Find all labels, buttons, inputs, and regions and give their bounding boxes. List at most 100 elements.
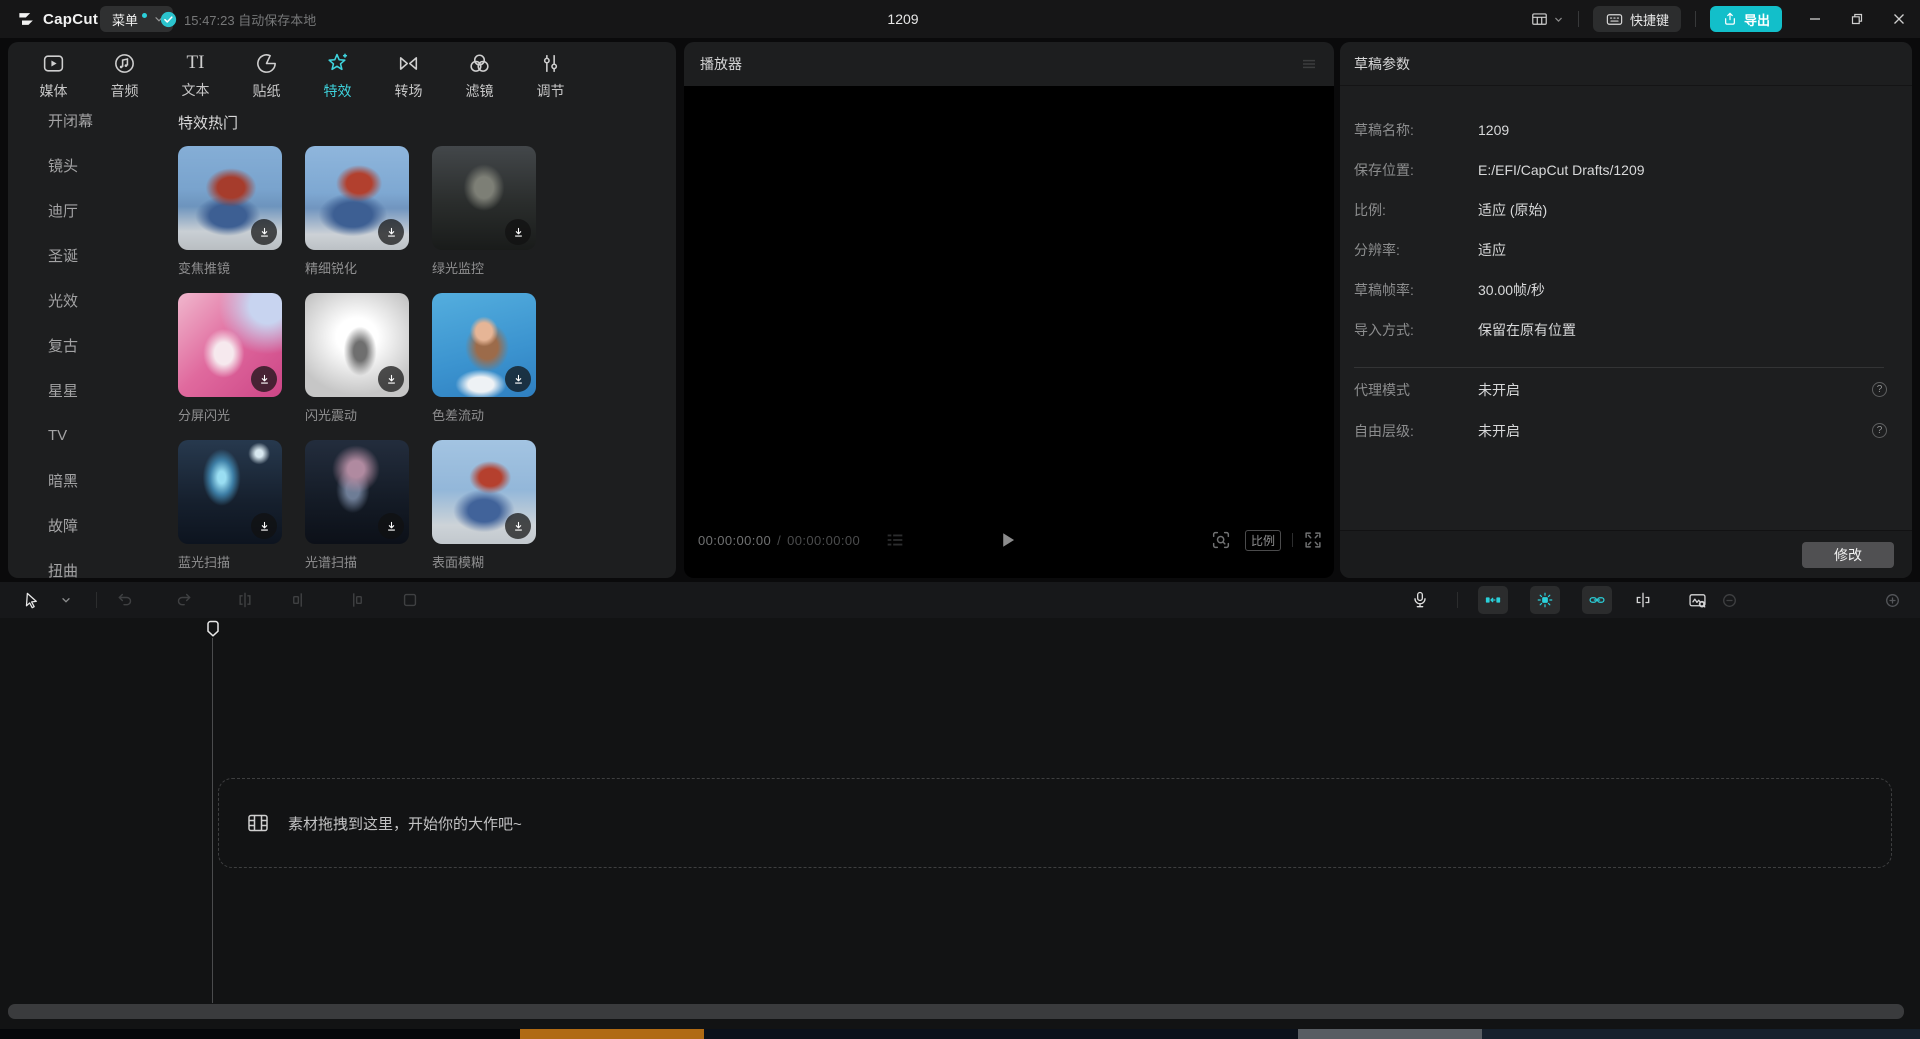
cover-settings-button[interactable]	[1683, 582, 1711, 618]
layout-switch-button[interactable]	[1530, 10, 1564, 29]
draft-row: 比例: 适应 (原始)	[1354, 200, 1894, 220]
auto-link-toggle[interactable]	[1530, 586, 1560, 614]
category-item[interactable]: 开闭幕	[8, 98, 168, 143]
download-icon	[505, 366, 531, 392]
playhead[interactable]	[206, 620, 220, 638]
dropzone-hint: 素材拖拽到这里，开始你的大作吧~	[288, 813, 522, 834]
effects-icon	[325, 51, 350, 76]
media-dropzone[interactable]: 素材拖拽到这里，开始你的大作吧~	[218, 778, 1892, 868]
tab-label: 滤镜	[466, 81, 494, 101]
category-item[interactable]: 圣诞	[8, 233, 168, 278]
play-button[interactable]	[994, 527, 1020, 553]
shortcuts-button[interactable]: 快捷键	[1593, 6, 1681, 32]
transition-icon	[396, 51, 421, 76]
row-value: 未开启	[1478, 380, 1520, 400]
close-button[interactable]	[1878, 0, 1920, 38]
draft-panel-footer: 修改	[1340, 530, 1912, 578]
divider	[1457, 592, 1458, 608]
effect-thumbnail	[305, 146, 409, 250]
capcut-window: CapCut 菜单 15:47:23 自动保存本地 1209	[0, 0, 1920, 1039]
titlebar-right: 快捷键 导出	[1530, 0, 1920, 38]
help-icon[interactable]: ?	[1872, 423, 1887, 438]
effect-card[interactable]: 光谱扫描	[305, 440, 409, 571]
taskbar-segment-blue	[1482, 1029, 1920, 1039]
help-icon[interactable]: ?	[1872, 382, 1887, 397]
export-button[interactable]: 导出	[1710, 6, 1782, 32]
link-clips-toggle[interactable]	[1582, 586, 1612, 614]
effect-thumbnail	[178, 146, 282, 250]
media-icon	[41, 51, 66, 76]
player-title: 播放器	[700, 54, 742, 74]
effect-card[interactable]: 变焦推镜	[178, 146, 282, 277]
autosave-text: 15:47:23 自动保存本地	[184, 10, 316, 29]
effect-label: 光谱扫描	[305, 552, 409, 571]
player-menu-icon[interactable]	[1300, 55, 1318, 73]
zoom-out-icon[interactable]	[1716, 582, 1742, 618]
category-item[interactable]: 镜头	[8, 143, 168, 188]
zoom-in-icon[interactable]	[1879, 582, 1905, 618]
restore-button[interactable]	[1836, 0, 1878, 38]
tab-effects[interactable]: 特效	[302, 47, 373, 109]
redo-button[interactable]	[169, 582, 197, 618]
effect-card[interactable]: 精细锐化	[305, 146, 409, 277]
preview-axis-toggle[interactable]	[1629, 582, 1657, 618]
player-header: 播放器	[684, 42, 1334, 86]
tab-sticker[interactable]: 贴纸	[231, 47, 302, 109]
record-audio-button[interactable]	[1406, 582, 1434, 618]
taskbar-peek	[0, 1029, 1920, 1039]
export-icon	[1722, 11, 1738, 27]
tab-filter[interactable]: 滤镜	[444, 47, 515, 109]
category-item[interactable]: 光效	[8, 278, 168, 323]
tab-transition[interactable]: 转场	[373, 47, 444, 109]
ratio-button[interactable]: 比例	[1245, 527, 1281, 553]
text-icon: TI	[187, 51, 205, 75]
undo-button[interactable]	[112, 582, 140, 618]
category-item[interactable]: 暗黑	[8, 458, 168, 503]
download-icon	[378, 366, 404, 392]
check-circle-icon	[160, 11, 177, 28]
category-item[interactable]: 星星	[8, 368, 168, 413]
row-value: 1209	[1478, 122, 1509, 138]
delete-clip-button[interactable]	[396, 582, 424, 618]
minimize-button[interactable]	[1794, 0, 1836, 38]
magnetic-snap-toggle[interactable]	[1478, 586, 1508, 614]
total-duration: 00:00:00:00	[787, 533, 860, 548]
effect-card[interactable]: 色差流动	[432, 293, 536, 424]
select-tool-button[interactable]	[18, 582, 46, 618]
delete-right-button[interactable]	[341, 582, 369, 618]
preview-quality-icon[interactable]	[1210, 527, 1232, 553]
modify-button[interactable]: 修改	[1802, 542, 1894, 568]
delete-left-button[interactable]	[286, 582, 314, 618]
app-logo: CapCut	[16, 0, 98, 38]
effect-thumbnail	[305, 293, 409, 397]
category-item[interactable]: TV	[8, 413, 168, 458]
effect-card[interactable]: 分屏闪光	[178, 293, 282, 424]
category-item[interactable]: 故障	[8, 503, 168, 548]
effect-card[interactable]: 绿光监控	[432, 146, 536, 277]
effect-card[interactable]: 闪光震动	[305, 293, 409, 424]
section-title: 特效热门	[178, 112, 238, 133]
fullscreen-icon[interactable]	[1302, 527, 1324, 553]
split-clip-button[interactable]	[231, 582, 259, 618]
row-label: 草稿名称:	[1354, 120, 1478, 140]
category-item[interactable]: 迪厅	[8, 188, 168, 233]
timeline-area[interactable]: 素材拖拽到这里，开始你的大作吧~	[0, 618, 1920, 1029]
category-item[interactable]: 复古	[8, 323, 168, 368]
horizontal-scrollbar[interactable]	[8, 1004, 1904, 1019]
divider	[1695, 11, 1696, 27]
tab-text[interactable]: TI 文本	[160, 47, 231, 109]
row-label: 比例:	[1354, 200, 1478, 220]
effect-card[interactable]: 蓝光扫描	[178, 440, 282, 571]
row-label: 分辨率:	[1354, 240, 1478, 260]
player-panel: 播放器	[684, 42, 1334, 578]
autosave-status: 15:47:23 自动保存本地	[160, 0, 316, 38]
film-strip-icon	[246, 811, 270, 835]
category-item[interactable]: 扭曲	[8, 548, 168, 578]
draft-row: 分辨率: 适应	[1354, 240, 1894, 260]
row-value: 保留在原有位置	[1478, 320, 1576, 340]
row-label: 导入方式:	[1354, 320, 1478, 340]
row-value: 适应 (原始)	[1478, 200, 1547, 220]
tab-adjust[interactable]: 调节	[515, 47, 586, 109]
effect-card[interactable]: 表面模糊	[432, 440, 536, 571]
select-tool-dropdown[interactable]	[56, 582, 76, 618]
